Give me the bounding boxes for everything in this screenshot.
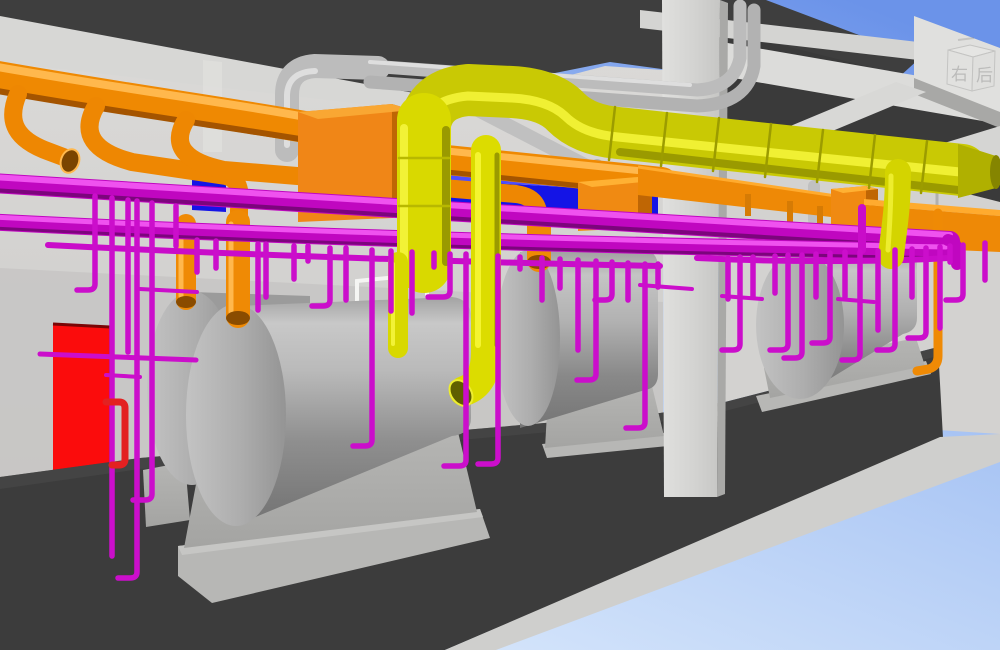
fire-door[interactable]: [53, 324, 110, 476]
orange-stub-1-end: [176, 296, 196, 308]
sprinkler-cross-branch: [106, 375, 140, 377]
cad-3d-viewport[interactable]: 右 后: [0, 0, 1000, 650]
view-cube-back-label[interactable]: 后: [976, 66, 993, 86]
model-scene[interactable]: 右 后: [0, 0, 1000, 650]
orange-stub-2-end: [226, 311, 250, 325]
tank-3-end-cap: [496, 250, 560, 426]
view-cube-right-label[interactable]: 右: [951, 65, 968, 85]
tank-2-end-cap: [186, 304, 286, 526]
yellow-drop-right-highlight: [888, 176, 891, 250]
